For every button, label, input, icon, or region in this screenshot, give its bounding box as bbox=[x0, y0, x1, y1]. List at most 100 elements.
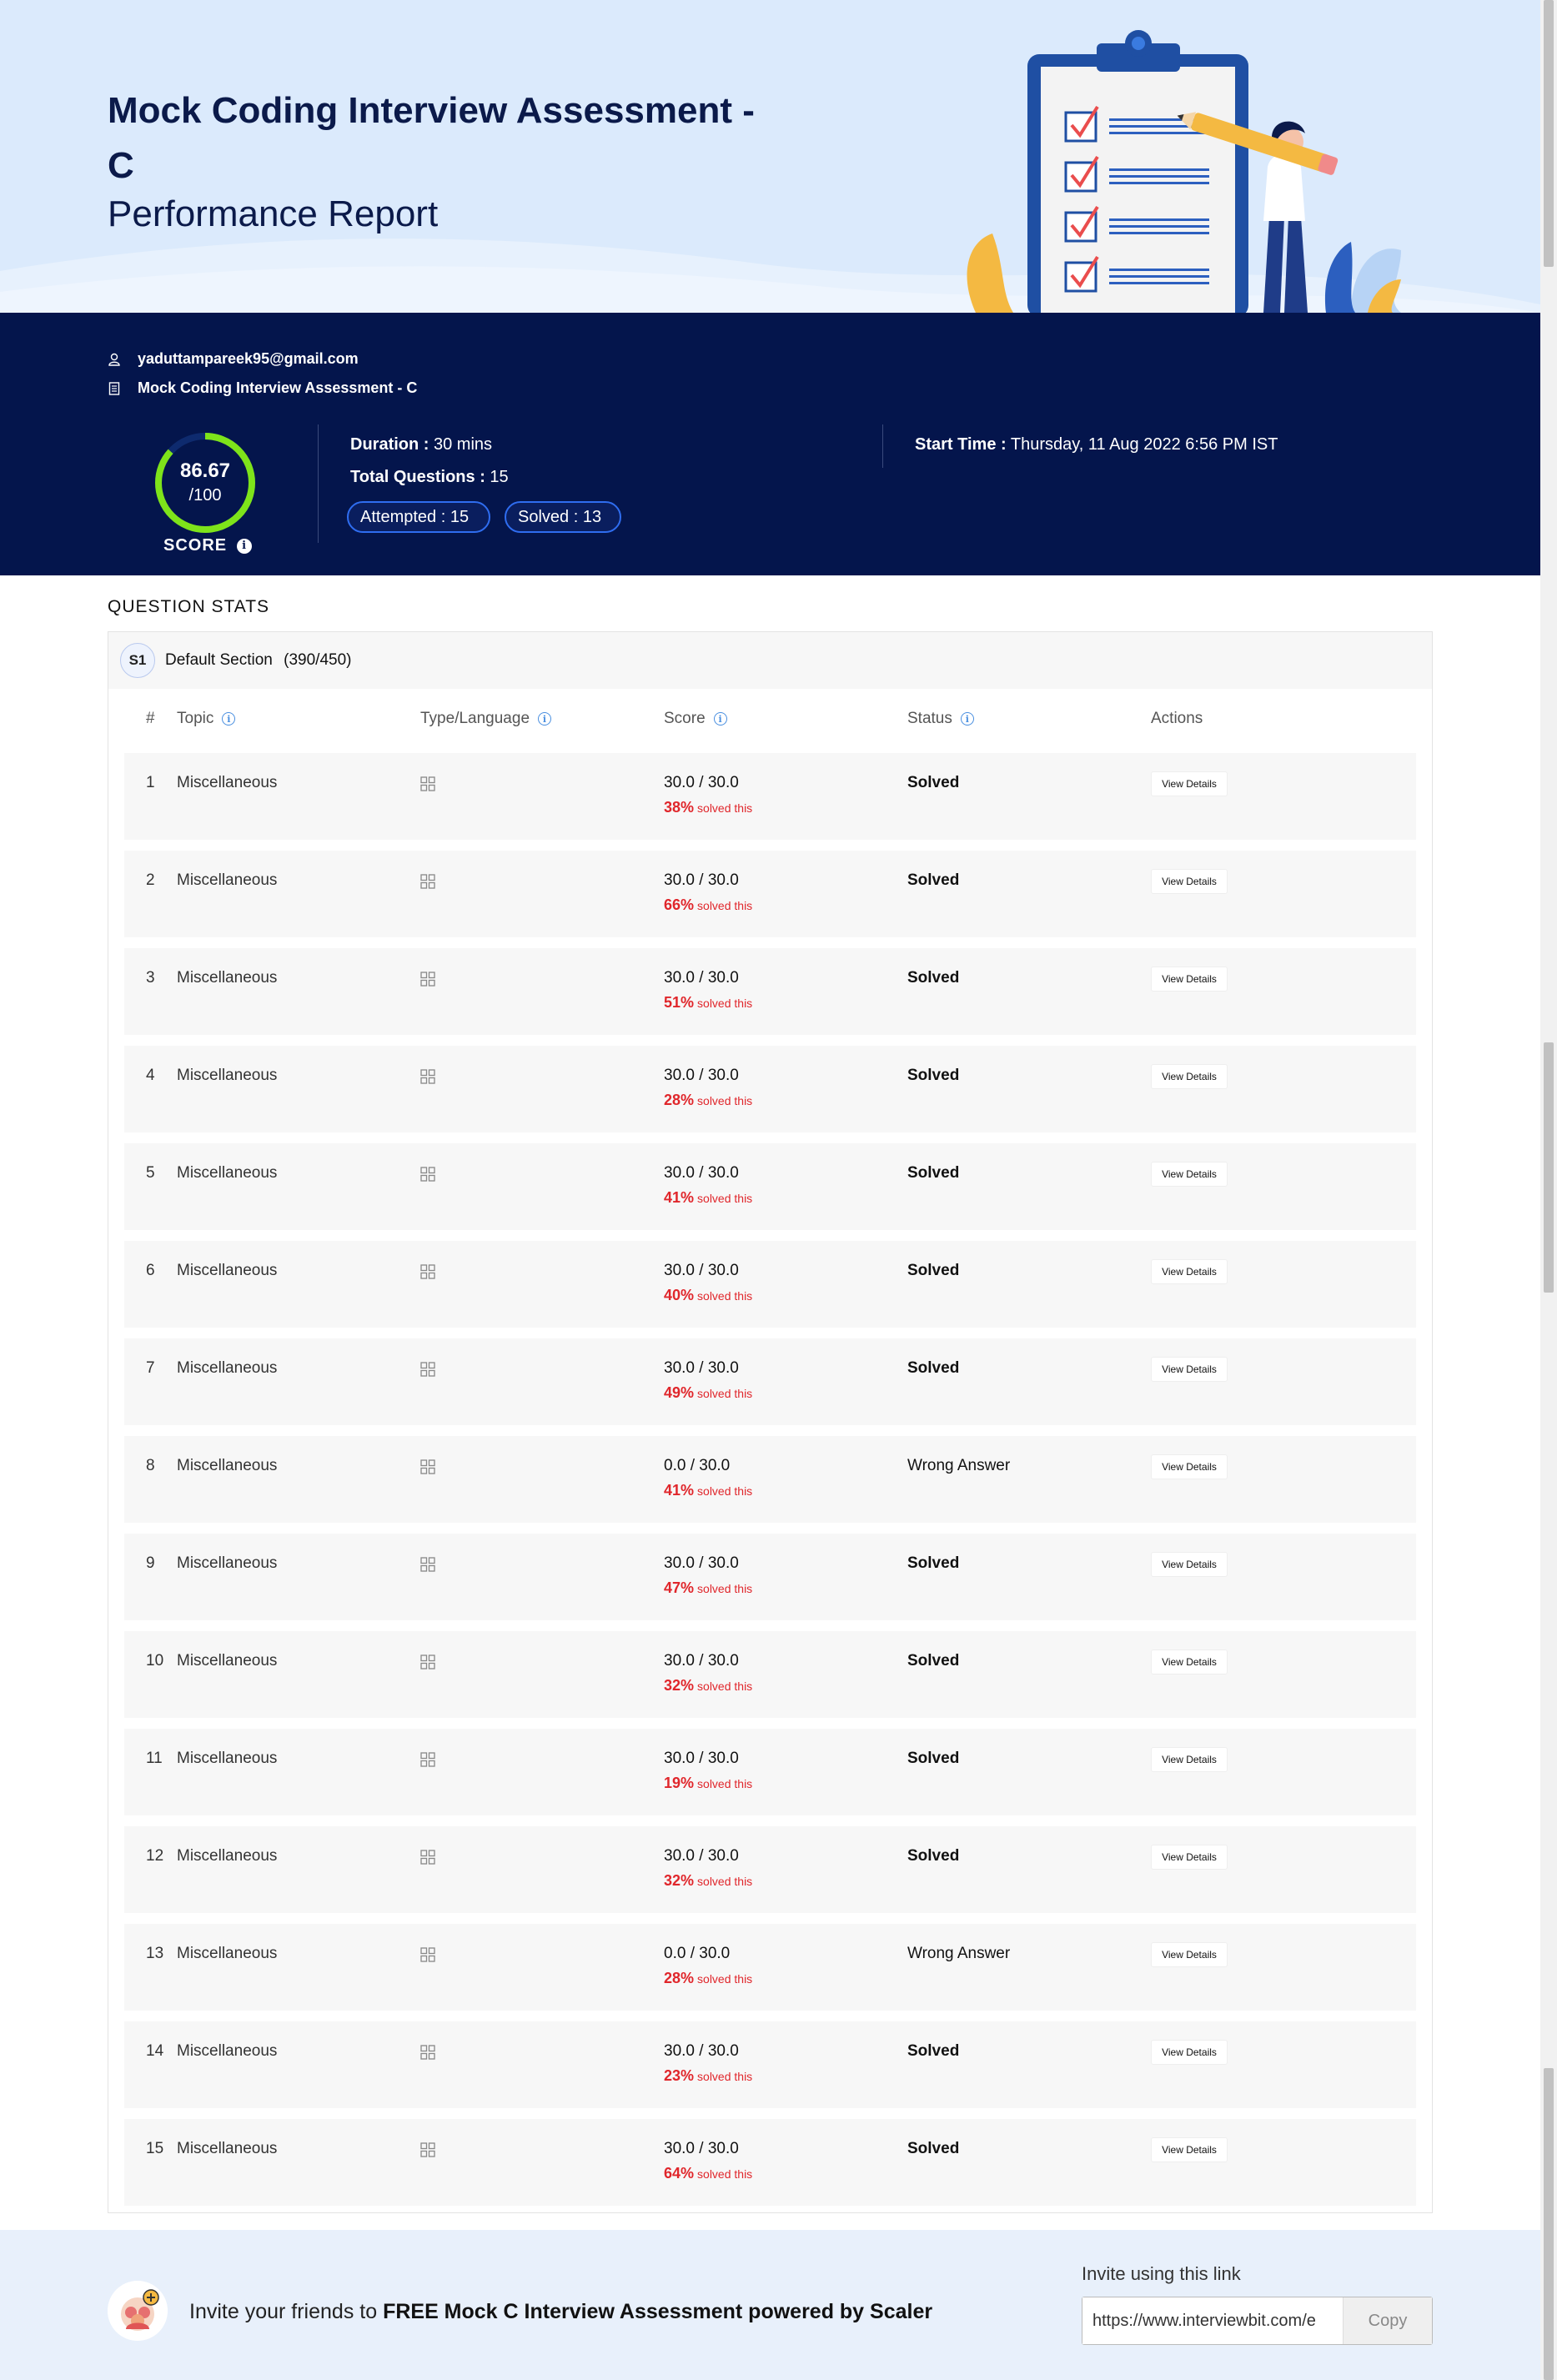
row-percent: 32% solved this bbox=[664, 1677, 752, 1695]
view-details-button[interactable]: View Details bbox=[1151, 967, 1228, 992]
total-questions-value: 15 bbox=[490, 468, 509, 486]
row-percent-value: 51% bbox=[664, 994, 695, 1011]
info-icon[interactable]: i bbox=[222, 712, 236, 726]
scrollbar[interactable] bbox=[1540, 0, 1557, 2380]
view-details-button[interactable]: View Details bbox=[1151, 1454, 1228, 1479]
copy-button[interactable]: Copy bbox=[1343, 2297, 1432, 2344]
column-header-type: Type/Language i bbox=[420, 710, 552, 728]
view-details-button[interactable]: View Details bbox=[1151, 1552, 1228, 1577]
row-number: 15 bbox=[146, 2140, 164, 2157]
row-score: 30.0 / 30.0 bbox=[664, 1652, 739, 1670]
view-details-button[interactable]: View Details bbox=[1151, 1259, 1228, 1284]
row-percent: 38% solved this bbox=[664, 799, 752, 816]
row-percent-suffix: solved this bbox=[697, 1484, 753, 1498]
view-details-button[interactable]: View Details bbox=[1151, 1747, 1228, 1772]
hero-banner: Mock Coding Interview Assessment - C Per… bbox=[0, 0, 1540, 313]
info-icon[interactable]: i bbox=[237, 538, 253, 554]
view-details-button[interactable]: View Details bbox=[1151, 2137, 1228, 2162]
divider bbox=[882, 424, 883, 468]
view-details-button[interactable]: View Details bbox=[1151, 1845, 1228, 1870]
row-status: Solved bbox=[907, 1554, 960, 1572]
row-percent: 28% solved this bbox=[664, 1092, 752, 1109]
column-header-type-label: Type/Language bbox=[420, 710, 530, 727]
view-details-button[interactable]: View Details bbox=[1151, 1942, 1228, 1967]
column-header-score: Score i bbox=[664, 710, 727, 728]
scrollbar-thumb[interactable] bbox=[1544, 0, 1554, 267]
total-questions-label: Total Questions : bbox=[350, 468, 485, 486]
row-status: Solved bbox=[907, 2042, 960, 2060]
grid-icon bbox=[420, 1167, 435, 1182]
row-percent-value: 38% bbox=[664, 799, 695, 816]
row-score: 30.0 / 30.0 bbox=[664, 1262, 739, 1279]
row-score: 30.0 / 30.0 bbox=[664, 2140, 739, 2157]
column-header-score-label: Score bbox=[664, 710, 706, 727]
row-percent-value: 32% bbox=[664, 1677, 695, 1694]
scrollbar-thumb[interactable] bbox=[1544, 1042, 1554, 1293]
info-icon[interactable]: i bbox=[960, 712, 974, 726]
row-status: Wrong Answer bbox=[907, 1457, 1011, 1474]
view-details-button[interactable]: View Details bbox=[1151, 1064, 1228, 1089]
grid-icon bbox=[420, 1752, 435, 1767]
row-score: 30.0 / 30.0 bbox=[664, 969, 739, 987]
scrollbar-thumb[interactable] bbox=[1544, 2068, 1554, 2380]
row-topic: Miscellaneous bbox=[177, 1457, 278, 1474]
row-topic: Miscellaneous bbox=[177, 1652, 278, 1670]
row-score: 0.0 / 30.0 bbox=[664, 1945, 731, 1962]
row-percent: 66% solved this bbox=[664, 896, 752, 914]
score-value: 86.67 bbox=[179, 459, 231, 482]
column-header-status: Status i bbox=[907, 710, 974, 728]
row-percent-suffix: solved this bbox=[697, 1777, 753, 1790]
grid-icon bbox=[420, 874, 435, 889]
row-percent-suffix: solved this bbox=[697, 1192, 753, 1205]
view-details-button[interactable]: View Details bbox=[1151, 2040, 1228, 2065]
row-number: 2 bbox=[146, 871, 155, 889]
row-percent-suffix: solved this bbox=[697, 1387, 753, 1400]
column-header-status-label: Status bbox=[907, 710, 952, 727]
section-title: Default Section (390/450) bbox=[165, 651, 351, 670]
view-details-button[interactable]: View Details bbox=[1151, 1649, 1228, 1675]
row-score: 30.0 / 30.0 bbox=[664, 1067, 739, 1084]
row-percent-value: 64% bbox=[664, 2165, 695, 2182]
row-percent-suffix: solved this bbox=[697, 1680, 753, 1693]
info-icon[interactable]: i bbox=[713, 712, 727, 726]
grid-icon bbox=[420, 1850, 435, 1865]
row-percent: 49% solved this bbox=[664, 1384, 752, 1402]
row-percent-suffix: solved this bbox=[697, 1875, 753, 1888]
info-icon[interactable]: i bbox=[538, 712, 552, 726]
grid-icon bbox=[420, 1654, 435, 1670]
table-row: 3 Miscellaneous 30.0 / 30.0 51% solved this S… bbox=[124, 948, 1416, 1035]
row-percent: 51% solved this bbox=[664, 994, 752, 1012]
page-subtitle: Performance Report bbox=[108, 193, 439, 234]
row-percent-value: 66% bbox=[664, 896, 695, 913]
row-percent-value: 23% bbox=[664, 2067, 695, 2084]
row-topic: Miscellaneous bbox=[177, 2140, 278, 2157]
row-percent-suffix: solved this bbox=[697, 1582, 753, 1595]
table-row: 15 Miscellaneous 30.0 / 30.0 64% solved this… bbox=[124, 2119, 1416, 2206]
view-details-button[interactable]: View Details bbox=[1151, 771, 1228, 796]
view-details-button[interactable]: View Details bbox=[1151, 869, 1228, 894]
table-row: 4 Miscellaneous 30.0 / 30.0 28% solved this S… bbox=[124, 1046, 1416, 1132]
row-status: Solved bbox=[907, 2140, 960, 2157]
table-row: 12 Miscellaneous 30.0 / 30.0 32% solved this… bbox=[124, 1826, 1416, 1913]
view-details-button[interactable]: View Details bbox=[1151, 1357, 1228, 1382]
column-header-topic-label: Topic bbox=[177, 710, 214, 727]
solved-pill: Solved : 13 bbox=[505, 501, 621, 533]
view-details-button[interactable]: View Details bbox=[1151, 1162, 1228, 1187]
score-total: /100 bbox=[188, 486, 222, 505]
section-score: (390/450) bbox=[284, 651, 352, 669]
row-score: 30.0 / 30.0 bbox=[664, 1554, 739, 1572]
section-badge: S1 bbox=[120, 643, 155, 678]
invite-avatar-icon bbox=[108, 2281, 168, 2341]
row-percent-suffix: solved this bbox=[697, 2070, 753, 2083]
row-percent: 41% solved this bbox=[664, 1189, 752, 1207]
user-icon bbox=[108, 353, 120, 366]
row-percent-suffix: solved this bbox=[697, 899, 753, 912]
invite-link-input[interactable] bbox=[1082, 2297, 1343, 2344]
attempted-pill: Attempted : 15 bbox=[347, 501, 490, 533]
email-line: yaduttampareek95@gmail.com bbox=[108, 350, 359, 368]
document-icon bbox=[108, 381, 120, 395]
row-number: 10 bbox=[146, 1652, 164, 1670]
row-percent-value: 28% bbox=[664, 1970, 695, 1986]
column-header-topic: Topic i bbox=[177, 710, 236, 728]
question-stats-heading: QUESTION STATS bbox=[108, 597, 270, 616]
